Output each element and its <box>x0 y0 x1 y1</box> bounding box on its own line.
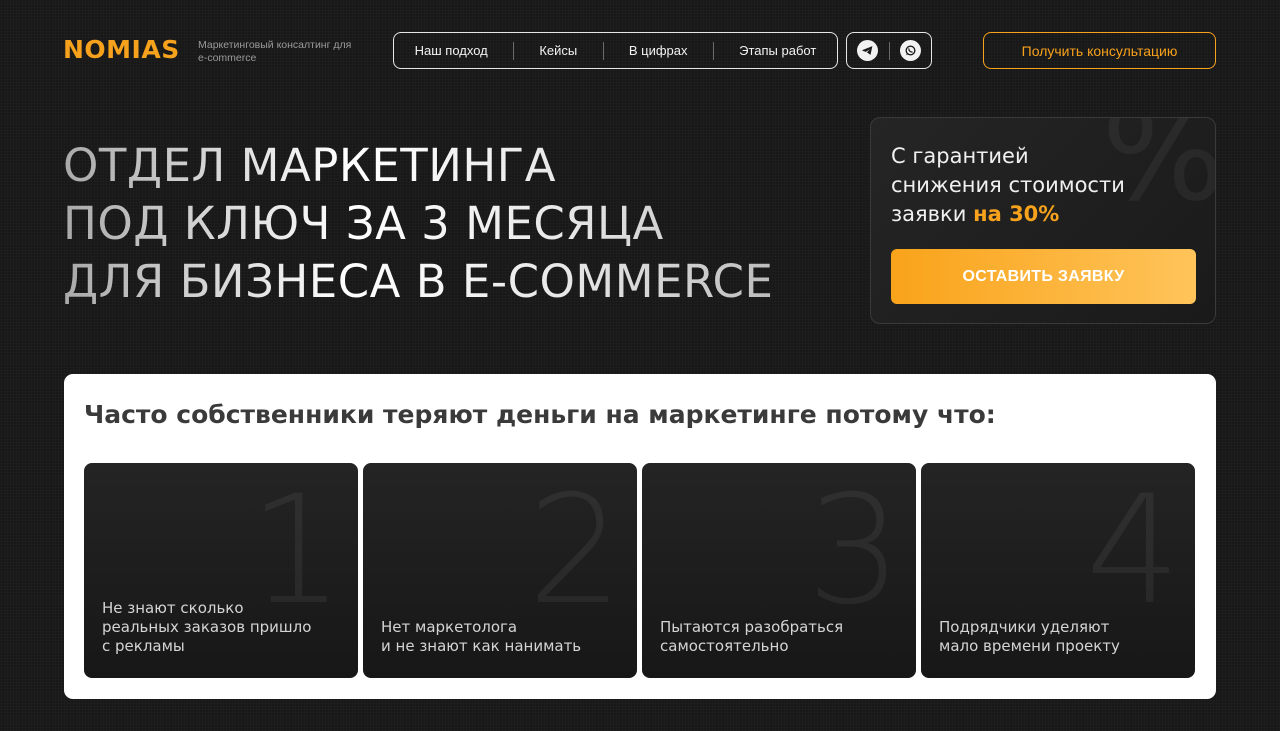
problem-card: 3 Пытаются разобраться самостоятельно <box>642 463 916 678</box>
guarantee-line-start: заявки <box>891 202 967 226</box>
card-text: Не знают сколько реальных заказов пришло… <box>102 599 312 655</box>
whatsapp-icon[interactable] <box>899 40 921 61</box>
tagline: Маркетинговый консалтинг для e-commerce <box>198 39 352 64</box>
submit-request-button[interactable]: ОСТАВИТЬ ЗАЯВКУ <box>891 249 1196 304</box>
nav-divider <box>513 41 515 60</box>
card-text: Нет маркетолога и не знают как нанимать <box>381 618 582 655</box>
guarantee-line: заявки на 30% <box>891 200 1191 229</box>
logo[interactable]: NOMIAS <box>63 35 180 64</box>
problems-title: Часто собственники теряют деньги на марк… <box>84 400 996 429</box>
hero-title: ОТДЕЛ МАРКЕТИНГА ПОД КЛЮЧ ЗА 3 МЕСЯЦА ДЛ… <box>63 137 773 311</box>
card-text: Пытаются разобраться самостоятельно <box>660 618 844 655</box>
social-divider <box>888 41 890 60</box>
guarantee-text: С гарантией снижения стоимости заявки на… <box>891 142 1191 229</box>
problem-card: 2 Нет маркетолога и не знают как нанимат… <box>363 463 637 678</box>
nav-divider <box>602 41 604 60</box>
hero-title-line: ОТДЕЛ МАРКЕТИНГА <box>63 139 556 192</box>
problems-section: Часто собственники теряют деньги на марк… <box>64 374 1216 699</box>
nav-divider <box>712 41 714 60</box>
nav-item-stages[interactable]: Этапы работ <box>739 43 816 58</box>
problem-card: 4 Подрядчики уделяют мало времени проект… <box>921 463 1195 678</box>
card-number: 3 <box>806 464 902 638</box>
guarantee-card: % С гарантией снижения стоимости заявки … <box>870 117 1216 324</box>
nav-item-numbers[interactable]: В цифрах <box>629 43 688 58</box>
main-nav: Наш подход Кейсы В цифрах Этапы работ <box>393 32 838 69</box>
nav-item-approach[interactable]: Наш подход <box>415 43 488 58</box>
nav-item-cases[interactable]: Кейсы <box>539 43 577 58</box>
problem-card: 1 Не знают сколько реальных заказов приш… <box>84 463 358 678</box>
guarantee-percent: на 30% <box>973 202 1060 226</box>
telegram-icon[interactable] <box>857 40 879 61</box>
social-links <box>846 32 932 69</box>
guarantee-line: снижения стоимости <box>891 173 1125 197</box>
card-text: Подрядчики уделяют мало времени проекту <box>939 618 1120 655</box>
hero-title-line: ПОД КЛЮЧ ЗА 3 МЕСЯЦА <box>63 197 664 250</box>
card-number: 4 <box>1085 464 1181 638</box>
guarantee-line: С гарантией <box>891 144 1029 168</box>
get-consultation-button[interactable]: Получить консультацию <box>983 32 1216 69</box>
card-number: 2 <box>527 464 623 638</box>
problem-cards: 1 Не знают сколько реальных заказов приш… <box>84 463 1195 678</box>
hero-title-line: ДЛЯ БИЗНЕСА В E-COMMERCE <box>63 255 774 308</box>
